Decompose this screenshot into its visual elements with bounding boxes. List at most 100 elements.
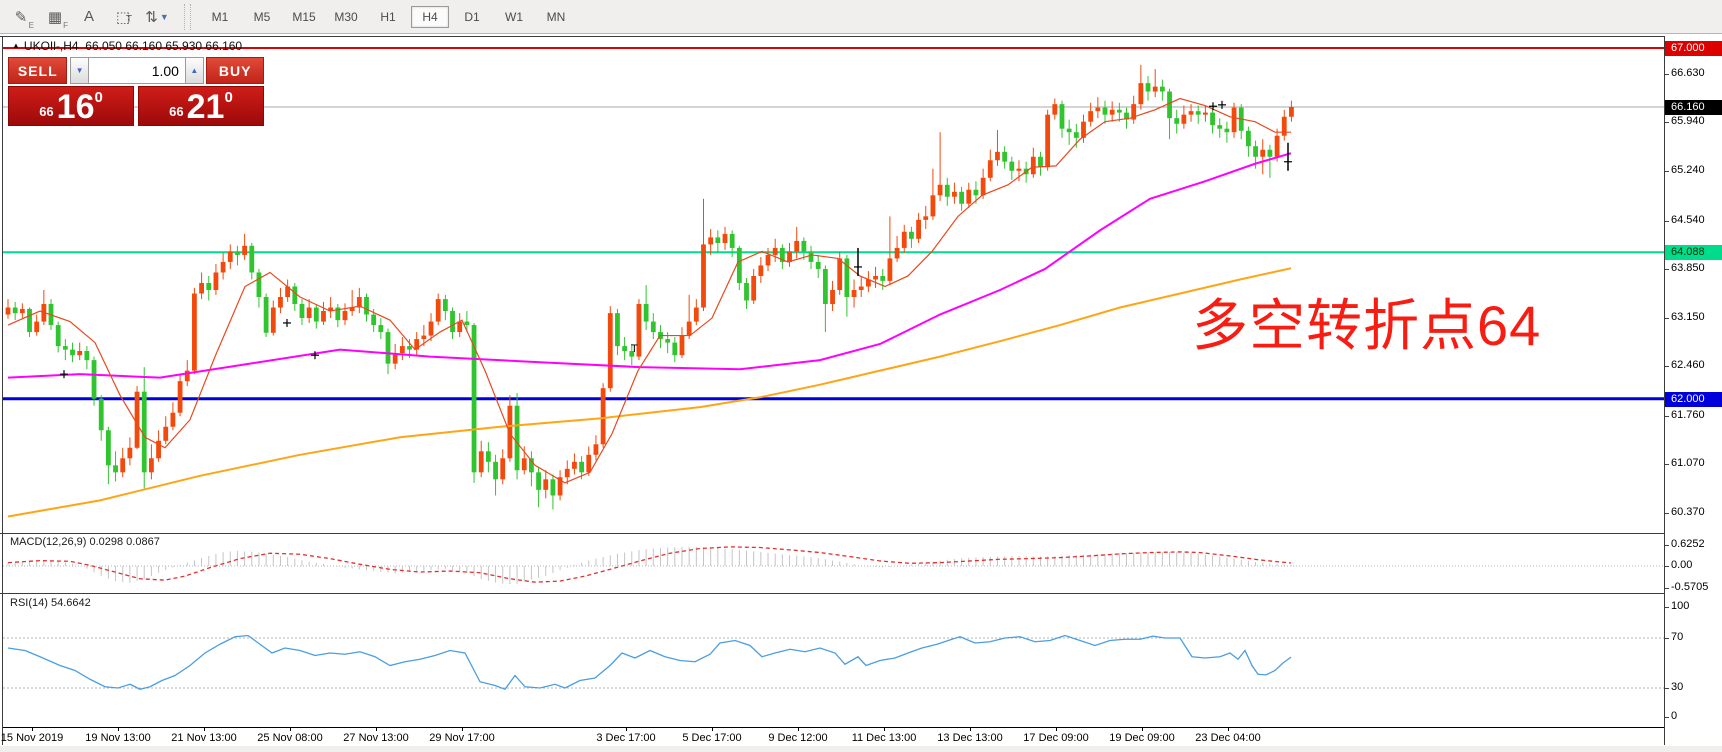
scale-tick <box>1665 366 1669 367</box>
scale-tick-label: 0 <box>1671 710 1677 722</box>
sell-button[interactable]: SELL <box>8 57 67 84</box>
scale-tick <box>1665 717 1669 718</box>
scale-tick-label: 64.540 <box>1671 214 1705 226</box>
rsi-canvas[interactable] <box>3 594 1664 727</box>
time-tick-label: 5 Dec 17:00 <box>682 732 741 744</box>
time-tick-label: 3 Dec 17:00 <box>596 732 655 744</box>
time-tick <box>970 728 971 731</box>
scale-tick-label: 60.370 <box>1671 506 1705 518</box>
sell-price-point: 0 <box>94 89 102 106</box>
text-label-icon[interactable]: A <box>76 5 102 29</box>
time-tick-label: 25 Nov 08:00 <box>257 732 322 744</box>
scale-tick <box>1665 607 1669 608</box>
time-tick-label: 21 Nov 13:00 <box>171 732 236 744</box>
scale-tick <box>1665 318 1669 319</box>
crosshair-draw-icon[interactable]: ✎ E <box>8 5 34 29</box>
scale-tick <box>1665 588 1669 589</box>
text-box-icon[interactable]: ⬚ T <box>110 5 136 29</box>
scale-tick <box>1665 416 1669 417</box>
window-bottom-edge <box>0 746 1722 752</box>
volume-input[interactable] <box>89 57 185 84</box>
tab-timeframe-d1[interactable]: D1 <box>453 6 491 28</box>
scale-tick-label: 63.850 <box>1671 262 1705 274</box>
svg-text:T: T <box>631 343 638 355</box>
scale-tick <box>1665 221 1669 222</box>
tab-timeframe-m30[interactable]: M30 <box>327 6 365 28</box>
buy-price-whole: 66 <box>169 104 183 119</box>
time-tick <box>1228 728 1229 731</box>
scale-tick <box>1665 74 1669 75</box>
chart-window: ▲ UKOIl-,H4 66.050 66.160 65.930 66.160 S… <box>0 34 1722 746</box>
chevron-down-icon[interactable]: ▼ <box>160 12 169 22</box>
time-tick-label: 11 Dec 13:00 <box>852 732 917 744</box>
time-tick <box>1142 728 1143 731</box>
time-tick <box>32 728 33 731</box>
arrows-glyph: ⇅ <box>145 8 158 26</box>
scale-tick <box>1665 688 1669 689</box>
time-tick-label: 29 Nov 17:00 <box>429 732 494 744</box>
rsi-label: RSI(14) 54.6642 <box>10 597 91 609</box>
arrows-objects-icon[interactable]: ⇅ ▼ <box>144 5 170 29</box>
tab-timeframe-h1[interactable]: H1 <box>369 6 407 28</box>
tab-timeframe-m15[interactable]: M15 <box>285 6 323 28</box>
volume-decrease-button[interactable]: ▼ <box>70 57 89 84</box>
price-scale[interactable]: 66.63065.94065.24064.54063.85063.15062.4… <box>1665 36 1722 752</box>
volume-increase-button[interactable]: ▲ <box>185 57 204 84</box>
tab-timeframe-m5[interactable]: M5 <box>243 6 281 28</box>
chart-text-annotation[interactable]: 多空转折点64 <box>1192 281 1541 362</box>
symbol-label: UKOIl-,H4 <box>24 39 79 53</box>
time-axis[interactable]: 15 Nov 201919 Nov 13:0021 Nov 13:0025 No… <box>3 727 1664 747</box>
buy-price-pips: 21 <box>187 92 225 122</box>
scale-tick-label: 62.460 <box>1671 359 1705 371</box>
grid-indicator-icon[interactable]: ▦ F <box>42 5 68 29</box>
time-tick <box>798 728 799 731</box>
scale-tick <box>1665 269 1669 270</box>
trading-terminal-window: ✎ E ▦ F A ⬚ T ⇅ ▼ M1 M5 M15 M30 H1 H4 D1… <box>0 0 1722 752</box>
scale-tick-label: 0.6252 <box>1671 538 1705 550</box>
time-tick <box>290 728 291 731</box>
time-tick-label: 23 Dec 04:00 <box>1195 732 1260 744</box>
sell-price-pips: 16 <box>57 92 95 122</box>
tab-timeframe-m1[interactable]: M1 <box>201 6 239 28</box>
collapse-triangle-icon[interactable]: ▲ <box>12 41 20 50</box>
scale-tick <box>1665 513 1669 514</box>
scale-tick-label: 65.240 <box>1671 164 1705 176</box>
one-click-trade-panel: SELL ▼ ▲ BUY 66 16 0 66 21 0 <box>8 57 264 126</box>
text-box-sub: T <box>126 14 132 25</box>
time-tick <box>626 728 627 731</box>
price-line-badge: 64.088 <box>1665 245 1722 260</box>
macd-label: MACD(12,26,9) 0.0298 0.0867 <box>10 536 160 548</box>
time-tick-label: 19 Nov 13:00 <box>85 732 150 744</box>
scale-tick-label: -0.5705 <box>1671 581 1708 593</box>
grid-glyph: ▦ <box>48 8 62 26</box>
scale-tick <box>1665 122 1669 123</box>
time-tick-label: 19 Dec 09:00 <box>1109 732 1174 744</box>
scale-tick-label: 70 <box>1671 631 1683 643</box>
time-tick-label: 27 Nov 13:00 <box>343 732 408 744</box>
macd-canvas[interactable] <box>3 534 1664 593</box>
buy-price-point: 0 <box>224 89 232 106</box>
text-label-glyph: A <box>84 8 94 25</box>
scale-tick <box>1665 545 1669 546</box>
tab-timeframe-w1[interactable]: W1 <box>495 6 533 28</box>
time-tick-label: 9 Dec 12:00 <box>768 732 827 744</box>
scale-tick-label: 65.940 <box>1671 115 1705 127</box>
price-line-badge: 67.000 <box>1665 41 1722 56</box>
sell-price-tile[interactable]: 66 16 0 <box>8 86 134 126</box>
time-tick <box>884 728 885 731</box>
time-tick <box>462 728 463 731</box>
buy-price-tile[interactable]: 66 21 0 <box>138 86 264 126</box>
price-line-badge: 62.000 <box>1665 392 1722 407</box>
symbol-ohlc-readout: ▲ UKOIl-,H4 66.050 66.160 65.930 66.160 <box>12 39 242 53</box>
tab-timeframe-mn[interactable]: MN <box>537 6 575 28</box>
time-tick <box>118 728 119 731</box>
tab-timeframe-h4[interactable]: H4 <box>411 6 449 28</box>
scale-tick-label: 100 <box>1671 600 1689 612</box>
buy-button[interactable]: BUY <box>206 57 264 84</box>
scale-tick <box>1665 171 1669 172</box>
scale-tick <box>1665 638 1669 639</box>
sell-price-whole: 66 <box>39 104 53 119</box>
scale-tick-label: 61.070 <box>1671 457 1705 469</box>
crosshair-draw-sub: E <box>29 21 34 30</box>
ohlc-values: 66.050 66.160 65.930 66.160 <box>85 39 242 53</box>
